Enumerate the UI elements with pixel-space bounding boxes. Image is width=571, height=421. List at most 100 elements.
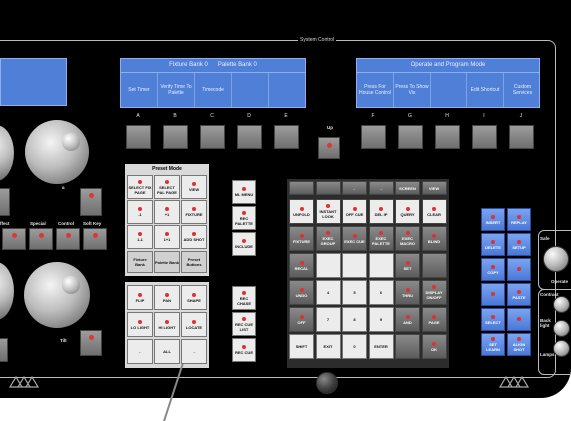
- menu-key[interactable]: INCLUDE: [232, 232, 256, 256]
- control-button[interactable]: [56, 228, 80, 250]
- keypad-key[interactable]: 4: [315, 280, 341, 305]
- softkey-j[interactable]: [509, 125, 534, 149]
- blue-key[interactable]: REPLAY: [507, 208, 531, 231]
- keypad-key[interactable]: 9: [368, 307, 394, 332]
- safe-operate-keyswitch[interactable]: [543, 246, 569, 272]
- keypad-key[interactable]: 8: [342, 307, 367, 332]
- keypad-key[interactable]: EXEC PALETTE: [368, 226, 394, 251]
- softkey-h[interactable]: [435, 125, 460, 149]
- fx-key[interactable]: LOCATE: [181, 312, 207, 337]
- special-button[interactable]: [29, 228, 53, 250]
- keypad-top-key[interactable]: [289, 181, 314, 195]
- softkey-d[interactable]: [237, 125, 262, 149]
- fx-key[interactable]: LO LIGHT: [127, 312, 153, 337]
- blue-key[interactable]: ALIGN SHOT: [507, 333, 531, 356]
- keypad-key[interactable]: SET: [395, 253, 420, 278]
- softkey-e[interactable]: [274, 125, 299, 149]
- preset-key[interactable]: 1-1: [127, 225, 153, 249]
- keypad-key[interactable]: DISPLAY ON/OFF: [421, 280, 447, 305]
- softkey-a[interactable]: [126, 125, 151, 149]
- preset-key[interactable]: VIEW: [181, 175, 207, 199]
- left-key-top[interactable]: [80, 188, 102, 216]
- softkey-i[interactable]: [472, 125, 497, 149]
- keypad-top-key[interactable]: ←: [342, 181, 367, 195]
- menu-key[interactable]: REC CHASE: [232, 286, 256, 310]
- backlight-knob[interactable]: [553, 320, 570, 337]
- keypad-key[interactable]: EXIT: [315, 334, 341, 359]
- keypad-top-key[interactable]: SCREEN: [395, 181, 420, 195]
- keypad-key[interactable]: SHIFT: [289, 334, 314, 359]
- keypad-key[interactable]: [395, 334, 420, 359]
- trackball[interactable]: [316, 372, 338, 394]
- attribute-wheel-tilt[interactable]: [24, 262, 90, 328]
- fx-key[interactable]: FLIP: [127, 285, 153, 310]
- softkey-f[interactable]: [361, 125, 386, 149]
- keypad-key[interactable]: [342, 253, 367, 278]
- keypad-key[interactable]: CLEAR: [421, 199, 447, 224]
- softkey-g[interactable]: [398, 125, 423, 149]
- blue-key[interactable]: [481, 283, 505, 306]
- attribute-wheel-a[interactable]: [25, 120, 89, 184]
- blue-key[interactable]: DELETE: [481, 233, 505, 256]
- blue-key[interactable]: PASTE: [507, 283, 531, 306]
- left-key-bottom[interactable]: [80, 330, 102, 356]
- keypad-top-key[interactable]: VIEW: [421, 181, 447, 195]
- keypad-key[interactable]: PAGE: [421, 307, 447, 332]
- menu-key[interactable]: REC CUE: [232, 338, 256, 362]
- menu-key[interactable]: REC CUE LIST: [232, 312, 256, 336]
- fx-key[interactable]: HI LIGHT: [154, 312, 180, 337]
- keypad-key[interactable]: [421, 253, 447, 278]
- keypad-key[interactable]: EXEC MACRO: [395, 226, 420, 251]
- keypad-key[interactable]: 6: [368, 280, 394, 305]
- up-button[interactable]: [318, 137, 340, 159]
- preset-key[interactable]: +1: [154, 200, 180, 224]
- blue-key[interactable]: [507, 258, 531, 281]
- preset-key[interactable]: ADD SHOT: [181, 225, 207, 249]
- fx-key[interactable]: ←: [127, 339, 153, 364]
- keypad-key[interactable]: AND: [395, 307, 420, 332]
- keypad-key[interactable]: EXEC GROUP: [315, 226, 341, 251]
- keypad-key[interactable]: DEL IP: [368, 199, 394, 224]
- keypad-key[interactable]: INSTANT LOOK: [315, 199, 341, 224]
- keypad-key[interactable]: [368, 253, 394, 278]
- keypad-key[interactable]: OFF CUE: [342, 199, 367, 224]
- softkey-b[interactable]: [163, 125, 188, 149]
- blue-key[interactable]: SELECT: [481, 308, 505, 331]
- keypad-key[interactable]: 0: [342, 334, 367, 359]
- keypad-key[interactable]: QUERY: [395, 199, 420, 224]
- contrast-knob[interactable]: [553, 296, 570, 313]
- preset-key[interactable]: FIXTURE: [181, 200, 207, 224]
- fx-key[interactable]: →: [181, 339, 207, 364]
- lamps-knob[interactable]: [553, 340, 570, 357]
- keypad-key[interactable]: UNDO: [289, 280, 314, 305]
- blue-key[interactable]: COPY: [481, 258, 505, 281]
- menu-key[interactable]: ML MENU: [232, 180, 256, 204]
- keypad-key[interactable]: OK: [421, 334, 447, 359]
- blue-key[interactable]: SETUP: [507, 233, 531, 256]
- menu-key[interactable]: REC PALETTE: [232, 206, 256, 230]
- keypad-key[interactable]: RECAL: [289, 253, 314, 278]
- fx-key[interactable]: SHAPE: [181, 285, 207, 310]
- keypad-key[interactable]: 7: [315, 307, 341, 332]
- keypad-key[interactable]: EXEC CUE: [342, 226, 367, 251]
- keypad-key[interactable]: FIXTURE: [289, 226, 314, 251]
- keypad-key[interactable]: [315, 253, 341, 278]
- left-edge-key-bottom[interactable]: [0, 338, 8, 362]
- blue-key[interactable]: [507, 308, 531, 331]
- fx-key[interactable]: ALL: [154, 339, 180, 364]
- keypad-key[interactable]: ENTER: [368, 334, 394, 359]
- keypad-top-key[interactable]: [315, 181, 341, 195]
- blue-key[interactable]: INSERT: [481, 208, 505, 231]
- softkey-c[interactable]: [200, 125, 225, 149]
- keypad-key[interactable]: UNFOLD: [289, 199, 314, 224]
- preset-key[interactable]: SELECT PAL PAGE: [154, 175, 180, 199]
- effect-button[interactable]: [2, 228, 26, 250]
- keypad-key[interactable]: BLIND: [421, 226, 447, 251]
- preset-key[interactable]: 1+1: [154, 225, 180, 249]
- keypad-key[interactable]: 5: [342, 280, 367, 305]
- blue-key[interactable]: SET LEARN: [481, 333, 505, 356]
- left-edge-key-top[interactable]: [0, 188, 10, 216]
- keypad-top-key[interactable]: →: [368, 181, 394, 195]
- fx-key[interactable]: PAN: [154, 285, 180, 310]
- keypad-key[interactable]: THRU: [395, 280, 420, 305]
